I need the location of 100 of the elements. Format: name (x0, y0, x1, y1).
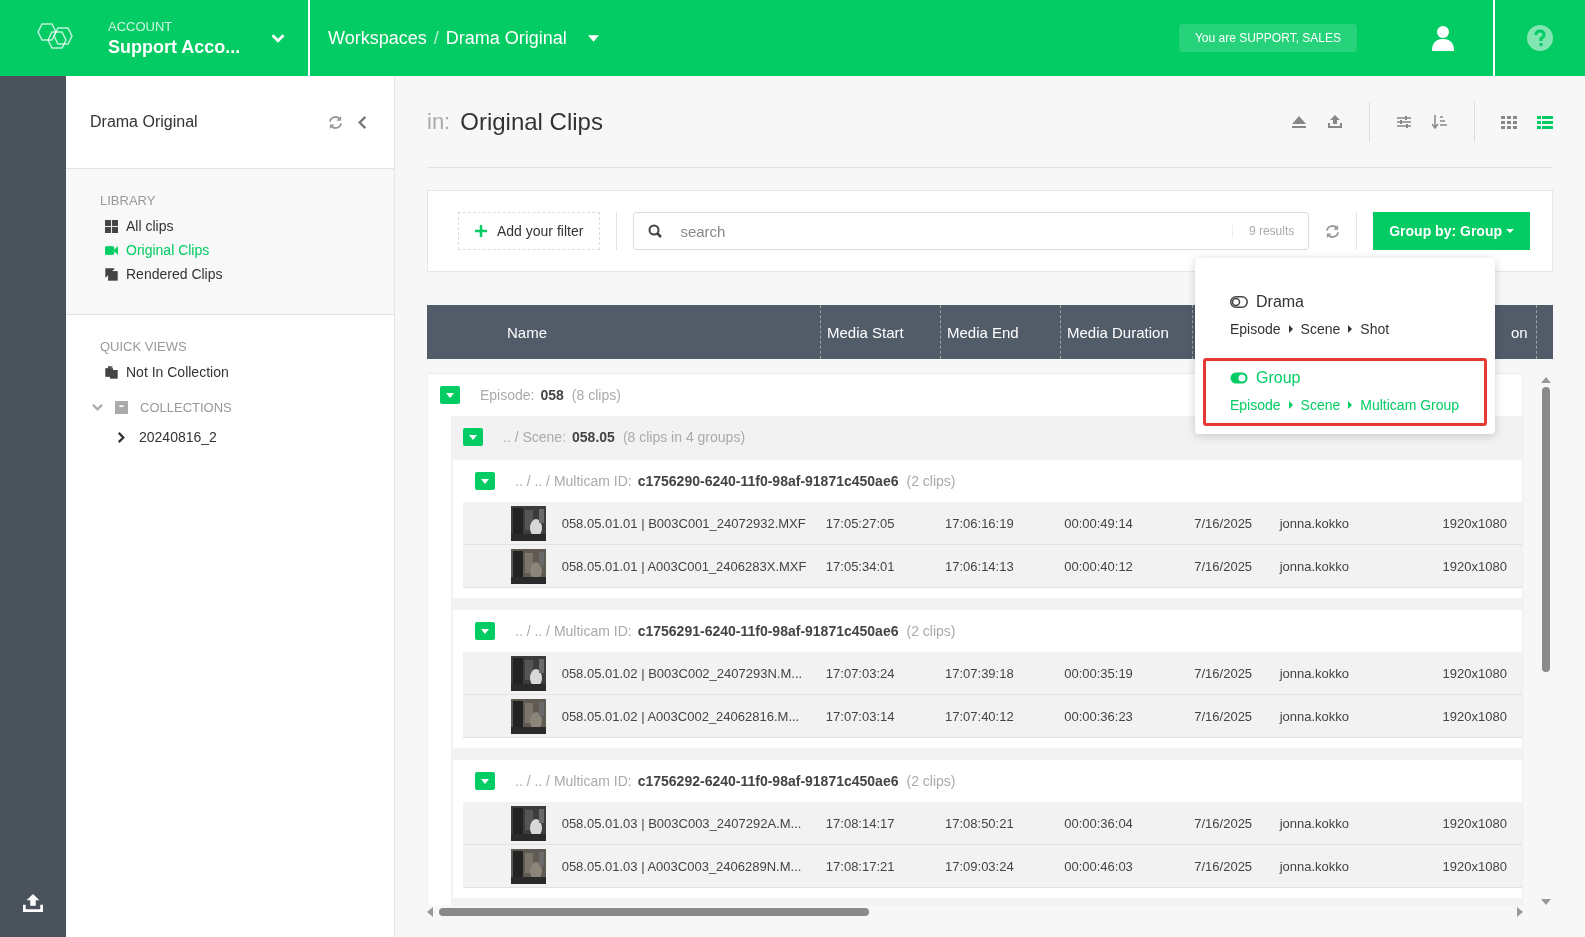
clip-user: jonna.kokko (1279, 515, 1351, 531)
chevron-right-icon[interactable] (116, 431, 127, 443)
list-view-icon[interactable] (1537, 114, 1553, 129)
clip-date: 7/16/2025 (1194, 665, 1254, 681)
clip-name: 058.05.01.01 | B003C001_24072932.MXF (561, 515, 807, 531)
column-header[interactable]: Media Start (821, 305, 941, 359)
media-end: 17:08:50:21 (945, 815, 1015, 831)
media-start: 17:08:17:21 (825, 858, 896, 874)
collapse-toggle[interactable] (475, 472, 495, 490)
group-option[interactable]: Drama Episode Scene Shot (1203, 282, 1487, 350)
upload-icon[interactable] (22, 893, 44, 913)
group-count: (2 clips) (906, 773, 956, 789)
role-badge: You are SUPPORT, SALES (1178, 24, 1357, 52)
group-label: .. / .. / Multicam ID: (515, 473, 632, 489)
refresh-icon[interactable] (1325, 223, 1341, 239)
column-header[interactable]: Name (427, 305, 821, 359)
clip-date: 7/16/2025 (1194, 815, 1254, 831)
column-header[interactable]: Media Duration (1061, 305, 1193, 359)
clip-row[interactable]: 058.05.01.02 | A003C002_24062816.M... 17:07:03:14 17:07:40:12 00:00:36:23 7/16/2025 jonna.kokko 1920x1080 (463, 695, 1522, 738)
option-name: Group (1256, 369, 1301, 387)
workspace-title: Drama Original (90, 113, 198, 131)
nav-item[interactable]: Not In Collection (100, 360, 234, 384)
option-name: Drama (1256, 293, 1304, 311)
media-start: 17:05:27:05 (825, 515, 896, 531)
path-step: Scene (1300, 397, 1341, 413)
column-header[interactable]: Media End (941, 305, 1061, 359)
clip-row[interactable]: 058.05.01.03 | B003C003_2407292A.M... 17:08:14:17 17:08:50:21 00:00:36:04 7/16/2025 jonna.kokko 1920x1080 (463, 802, 1522, 845)
collapse-toggle[interactable] (475, 622, 495, 640)
media-end: 17:07:39:18 (945, 665, 1015, 681)
clip-row[interactable]: 058.05.01.01 | B003C001_24072932.MXF 17:05:27:05 17:06:16:19 00:00:49:14 7/16/2025 jonna.kokko 1920x1080 (463, 502, 1522, 545)
media-end: 17:09:03:24 (945, 858, 1015, 874)
clip-name: 058.05.01.03 | A003C003_2406289N.M... (561, 858, 803, 874)
group-label: .. / .. / Multicam ID: (515, 623, 632, 639)
clip-user: jonna.kokko (1279, 558, 1351, 574)
collapse-toggle[interactable] (475, 772, 495, 790)
nav-item[interactable]: Rendered Clips (100, 262, 228, 286)
clip-date: 7/16/2025 (1194, 558, 1254, 574)
chevron-down-icon[interactable] (270, 32, 286, 44)
path-step: Multicam Group (1360, 397, 1460, 413)
clip-user: jonna.kokko (1279, 858, 1351, 874)
results-count: 9 results (1231, 224, 1295, 238)
media-end: 17:07:40:12 (945, 708, 1015, 724)
media-duration: 00:00:35:19 (1064, 665, 1134, 681)
media-end: 17:06:16:19 (945, 515, 1015, 531)
grid-view-icon[interactable] (1501, 114, 1517, 129)
clip-resolution: 1920x1080 (1442, 858, 1508, 874)
media-end: 17:06:14:13 (945, 558, 1015, 574)
toggle-icon (1230, 296, 1248, 308)
column-header[interactable]: on (1507, 305, 1537, 359)
location-prefix: in: (427, 108, 451, 135)
clip-user: jonna.kokko (1279, 815, 1351, 831)
media-duration: 00:00:49:14 (1064, 515, 1134, 531)
media-duration: 00:00:36:23 (1064, 708, 1134, 724)
account-label: ACCOUNT (108, 18, 174, 34)
path-step: Episode (1230, 397, 1281, 413)
caret-right-icon (1348, 401, 1353, 409)
clip-resolution: 1920x1080 (1442, 708, 1508, 724)
eject-icon[interactable] (1291, 114, 1307, 129)
horizontal-scrollbar[interactable] (427, 905, 1523, 919)
group-value: c1756292-6240-11f0-98af-91871c450ae6 (637, 773, 899, 789)
sliders-icon[interactable] (1396, 114, 1412, 129)
clip-resolution: 1920x1080 (1442, 815, 1508, 831)
media-duration: 00:00:40:12 (1064, 558, 1134, 574)
clip-name: 058.05.01.03 | B003C003_2407292A.M... (561, 815, 803, 831)
search-input[interactable]: search (678, 221, 1216, 241)
search-icon (648, 224, 663, 238)
collapse-toggle[interactable] (463, 428, 483, 446)
clip-name: 058.05.01.01 | A003C001_2406283X.MXF (561, 558, 808, 574)
path-step: Shot (1360, 321, 1390, 337)
sort-icon[interactable] (1432, 114, 1448, 129)
path-step: Scene (1300, 321, 1341, 337)
clip-row[interactable]: 058.05.01.02 | B003C002_2407293N.M... 17:07:03:24 17:07:39:18 00:00:35:19 7/16/2025 jonna.kokko 1920x1080 (463, 652, 1522, 695)
refresh-icon[interactable] (328, 114, 343, 130)
collection-item[interactable]: 20240816_2 (139, 429, 217, 445)
help-icon[interactable] (1527, 25, 1553, 51)
page-title: Original Clips (460, 107, 603, 136)
group-value: 058 (540, 387, 564, 403)
group-value: c1756291-6240-11f0-98af-91871c450ae6 (637, 623, 899, 639)
clip-name: 058.05.01.02 | A003C002_24062816.M... (561, 708, 801, 724)
chevron-down-icon[interactable] (92, 402, 103, 413)
collapse-toggle[interactable] (440, 386, 460, 404)
upload-icon[interactable] (1327, 114, 1343, 129)
caret-right-icon (1348, 325, 1353, 333)
group-count: (2 clips) (906, 473, 956, 489)
nav-item[interactable]: All clips (100, 214, 179, 238)
group-label: Episode: (480, 387, 535, 403)
clip-resolution: 1920x1080 (1442, 515, 1508, 531)
archive-icon (115, 401, 128, 414)
caret-right-icon (1288, 325, 1293, 333)
plus-icon (475, 225, 487, 237)
media-duration: 00:00:36:04 (1064, 815, 1134, 831)
caret-down-icon[interactable] (587, 34, 599, 42)
clip-date: 7/16/2025 (1194, 858, 1254, 874)
user-icon[interactable] (1431, 25, 1455, 51)
clip-row[interactable]: 058.05.01.03 | A003C003_2406289N.M... 17:08:17:21 17:09:03:24 00:00:46:03 7/16/2025 jonna.kokko 1920x1080 (463, 845, 1522, 888)
clip-row[interactable]: 058.05.01.01 | A003C001_2406283X.MXF 17:05:34:01 17:06:14:13 00:00:40:12 7/16/2025 jonna.kokko 1920x1080 (463, 545, 1522, 588)
clip-user: jonna.kokko (1279, 708, 1351, 724)
media-start: 17:05:34:01 (825, 558, 896, 574)
media-duration: 00:00:46:03 (1064, 858, 1134, 874)
add-filter-button[interactable]: Add your filter (458, 212, 601, 250)
